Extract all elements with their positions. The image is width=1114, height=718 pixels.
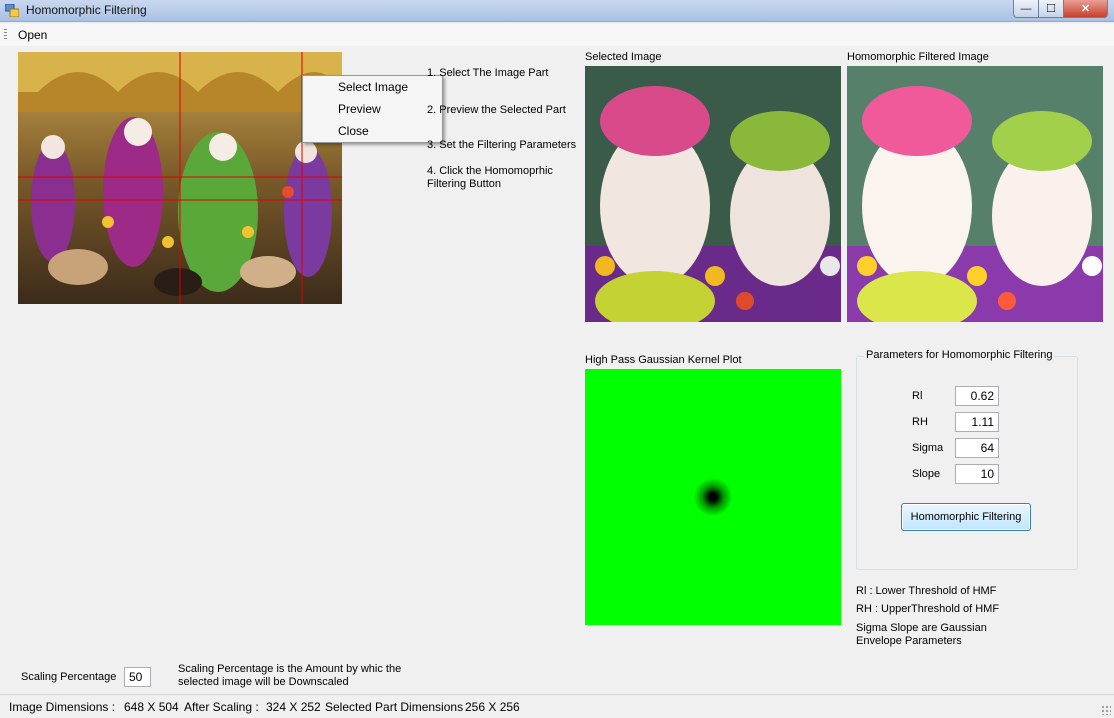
- maximize-button[interactable]: ☐: [1039, 0, 1064, 18]
- rh-label: RH: [912, 416, 928, 428]
- filtered-image-title: Homomorphic Filtered Image: [847, 51, 989, 63]
- legend-rh: RH : UpperThreshold of HMF: [856, 603, 1000, 615]
- legend-sigma-slope: Sigma Slope are Gaussian: [856, 622, 987, 634]
- title-bar: Homomorphic Filtering — ☐ ✕: [0, 0, 1114, 22]
- sigma-label: Sigma: [912, 442, 944, 454]
- instruction-step-2: 2. Preview the Selected Part: [427, 104, 566, 116]
- status-selected-dims-label: Selected Part Dimensions: [325, 700, 464, 714]
- rh-input[interactable]: [955, 412, 999, 432]
- source-image[interactable]: [18, 52, 342, 304]
- instruction-step-1: 1. Select The Image Part: [427, 67, 549, 79]
- status-image-dims-value: 648 X 504: [124, 700, 179, 714]
- status-after-scaling-value: 324 X 252: [266, 700, 321, 714]
- close-window-button[interactable]: ✕: [1064, 0, 1108, 18]
- scaling-note: Scaling Percentage is the Amount by whic…: [178, 663, 402, 675]
- menu-open[interactable]: Open: [18, 28, 47, 42]
- instruction-step-4: 4. Click the Homomoprhic: [427, 165, 553, 177]
- homomorphic-filtering-button[interactable]: Homomorphic Filtering: [901, 503, 1031, 531]
- minimize-icon: —: [1020, 2, 1032, 15]
- selected-image: [585, 66, 841, 322]
- status-bar: Image Dimensions : 648 X 504 After Scali…: [0, 694, 1114, 718]
- instruction-step-4-cont: Filtering Button: [427, 178, 501, 190]
- rl-label: Rl: [912, 390, 923, 402]
- close-icon: ✕: [1080, 3, 1091, 15]
- scaling-note-cont: selected image will be Downscaled: [178, 676, 349, 688]
- status-selected-dims-value: 256 X 256: [465, 700, 520, 714]
- context-menu-preview[interactable]: Preview: [338, 102, 381, 116]
- app-icon: [5, 4, 19, 17]
- sigma-input[interactable]: [955, 438, 999, 458]
- scaling-label: Scaling Percentage: [21, 671, 117, 683]
- resize-grip[interactable]: [1101, 705, 1111, 715]
- rl-input[interactable]: [955, 386, 999, 406]
- slope-input[interactable]: [955, 464, 999, 484]
- selected-image-title: Selected Image: [585, 51, 662, 63]
- parameters-group-title: Parameters for Homomorphic Filtering: [864, 349, 1055, 362]
- status-after-scaling-label: After Scaling :: [184, 700, 259, 714]
- context-menu: Select Image Preview Close: [302, 75, 443, 143]
- menu-bar: Open: [0, 24, 1114, 46]
- context-menu-close[interactable]: Close: [338, 124, 369, 138]
- instruction-step-3: 3. Set the Filtering Parameters: [427, 139, 577, 151]
- kernel-plot-title: High Pass Gaussian Kernel Plot: [585, 354, 742, 366]
- minimize-button[interactable]: —: [1013, 0, 1039, 18]
- window-title: Homomorphic Filtering: [26, 3, 147, 17]
- filtered-image: [847, 66, 1103, 322]
- status-image-dims-label: Image Dimensions :: [9, 700, 116, 714]
- legend-envelope: Envelope Parameters: [856, 635, 962, 647]
- scaling-input[interactable]: [124, 667, 151, 687]
- toolstrip-grip[interactable]: [4, 29, 7, 41]
- kernel-plot: [585, 369, 841, 625]
- context-menu-select-image[interactable]: Select Image: [338, 80, 408, 94]
- slope-label: Slope: [912, 468, 941, 480]
- maximize-icon: ☐: [1046, 3, 1056, 15]
- legend-rl: Rl : Lower Threshold of HMF: [856, 585, 997, 597]
